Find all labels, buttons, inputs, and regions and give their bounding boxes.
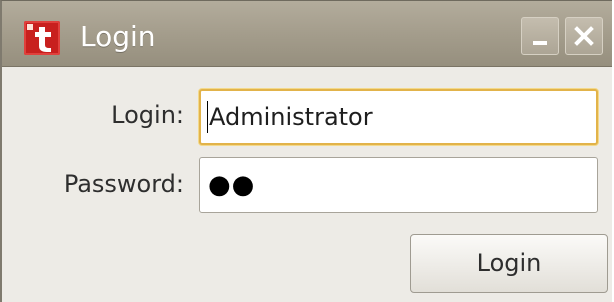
login-window: Login Login: Administrator Password: ●● … xyxy=(0,0,612,302)
password-input[interactable]: ●● xyxy=(199,157,598,213)
login-input-value: Administrator xyxy=(209,103,373,131)
window-title: Login xyxy=(80,20,156,53)
close-icon xyxy=(574,26,594,46)
title-bar[interactable]: Login xyxy=(2,1,612,67)
minimize-button[interactable] xyxy=(521,17,559,55)
login-label: Login: xyxy=(111,101,184,129)
login-button-label: Login xyxy=(476,249,542,277)
text-caret xyxy=(207,101,208,133)
app-icon xyxy=(24,21,60,55)
password-input-value: ●● xyxy=(208,170,256,200)
minimize-icon xyxy=(533,41,547,45)
login-button[interactable]: Login xyxy=(410,234,608,293)
close-button[interactable] xyxy=(565,17,603,55)
login-input[interactable]: Administrator xyxy=(199,89,598,145)
password-label: Password: xyxy=(63,170,184,198)
